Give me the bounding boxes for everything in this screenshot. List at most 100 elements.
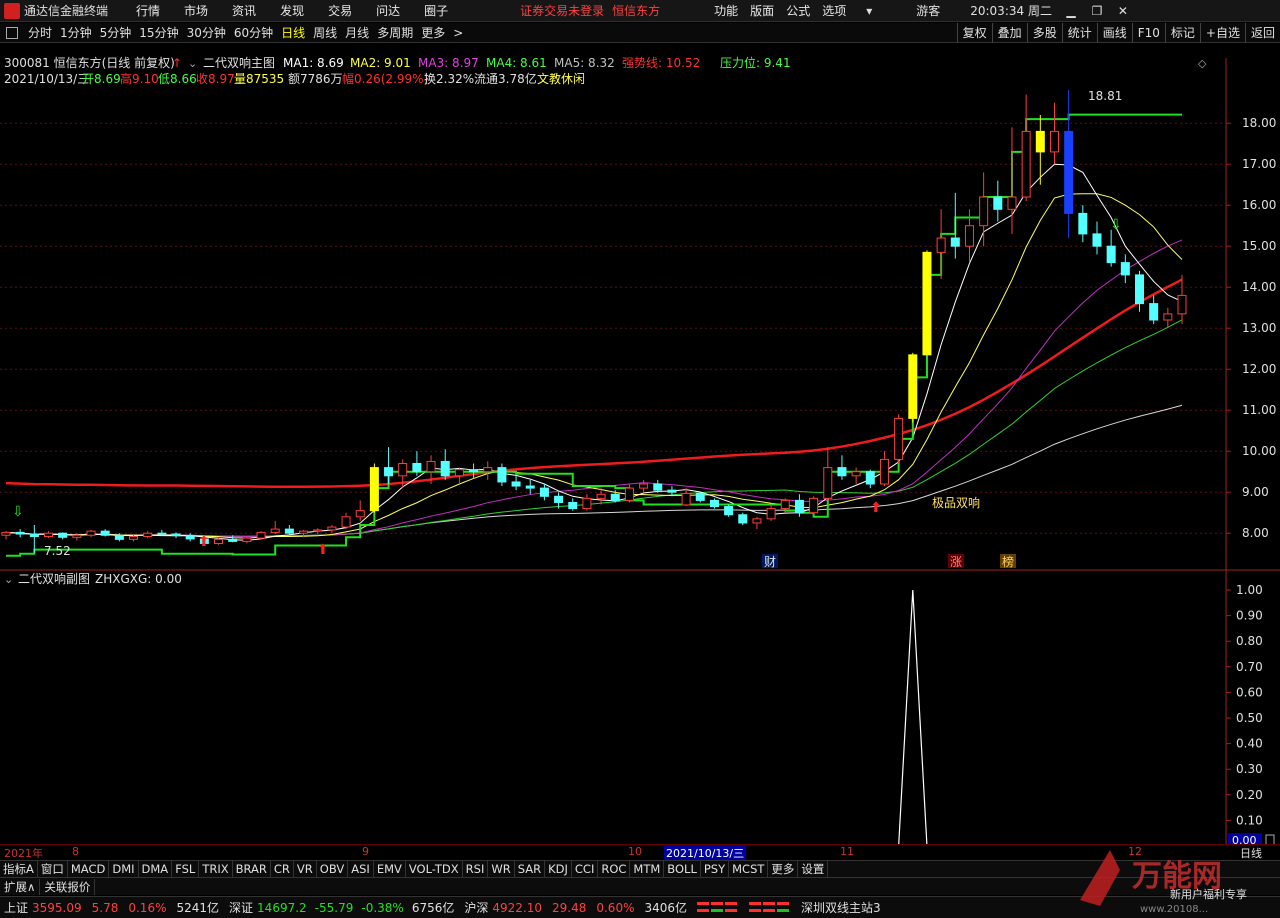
indicator-tab-17[interactable]: KDJ xyxy=(545,860,572,878)
period-5min[interactable]: 5分钟 xyxy=(100,24,132,41)
indicator-tab-20[interactable]: MTM xyxy=(630,860,665,878)
main-indicator-name[interactable]: 二代双响主图 xyxy=(203,55,275,70)
indicator-tab-21[interactable]: BOLL xyxy=(664,860,701,878)
trade-login-notice[interactable]: 证券交易未登录 xyxy=(520,2,604,19)
candle[interactable] xyxy=(738,512,748,525)
candle[interactable] xyxy=(922,250,932,356)
indicator-tab-13[interactable]: VOL-TDX xyxy=(406,860,463,878)
candle[interactable] xyxy=(171,532,181,539)
period-60min[interactable]: 60分钟 xyxy=(234,24,273,41)
candle[interactable] xyxy=(469,463,479,478)
tool-back[interactable]: 返回 xyxy=(1244,23,1280,43)
candle[interactable] xyxy=(384,447,394,484)
indicator-tab-7[interactable]: BRAR xyxy=(233,860,271,878)
hs-index-name[interactable]: 沪深 xyxy=(464,899,488,916)
menu-market[interactable]: 市场 xyxy=(184,2,208,19)
candle[interactable] xyxy=(851,467,861,484)
guest-user[interactable]: 游客 xyxy=(916,2,940,19)
candle[interactable] xyxy=(752,516,762,530)
candle[interactable] xyxy=(1,531,11,540)
candle[interactable] xyxy=(837,455,847,480)
menu-options[interactable]: 选项 xyxy=(822,2,846,19)
candle[interactable] xyxy=(539,484,549,501)
tool-f10[interactable]: F10 xyxy=(1131,23,1165,43)
indicator-tab-14[interactable]: RSI xyxy=(463,860,489,878)
sub-indicator-dropdown-icon[interactable]: ⌄ xyxy=(4,573,13,586)
window-toggle-icon[interactable] xyxy=(6,26,18,39)
candle[interactable] xyxy=(327,525,337,534)
sz-index-name[interactable]: 深证 xyxy=(229,899,253,916)
candle[interactable] xyxy=(1134,270,1144,312)
menu-quotes[interactable]: 行情 xyxy=(136,2,160,19)
candle[interactable] xyxy=(143,531,153,539)
indicator-tab-2[interactable]: MACD xyxy=(68,860,110,878)
tool-overlay[interactable]: 叠加 xyxy=(991,23,1027,43)
candle[interactable] xyxy=(15,529,25,538)
sh-index-name[interactable]: 上证 xyxy=(4,899,28,916)
candle[interactable] xyxy=(879,451,889,487)
candle[interactable] xyxy=(525,479,535,495)
candle[interactable] xyxy=(1021,94,1031,202)
period-1min[interactable]: 1分钟 xyxy=(60,24,92,41)
candle[interactable] xyxy=(950,192,960,259)
server-name[interactable]: 深圳双线主站3 xyxy=(801,899,881,916)
period-day[interactable]: 日线 xyxy=(281,24,305,41)
menu-ask[interactable]: 问达 xyxy=(376,2,400,19)
candle[interactable] xyxy=(809,496,819,515)
expand-button[interactable]: 扩展∧ xyxy=(0,878,41,895)
menu-layout[interactable]: 版面 xyxy=(750,2,774,19)
event-tag-zhang[interactable]: 涨 xyxy=(950,554,962,569)
candle[interactable] xyxy=(100,529,110,537)
candle[interactable] xyxy=(1078,205,1088,243)
candles[interactable] xyxy=(1,89,1187,553)
candle[interactable] xyxy=(681,488,691,507)
close-icon[interactable]: ✕ xyxy=(1116,4,1130,18)
candle[interactable] xyxy=(58,532,68,540)
candle[interactable] xyxy=(1049,102,1059,165)
collapse-icon[interactable]: ◇ xyxy=(1198,57,1207,70)
indicator-tab-6[interactable]: TRIX xyxy=(199,860,233,878)
indicator-tab-12[interactable]: EMV xyxy=(374,860,406,878)
tool-draw[interactable]: 画线 xyxy=(1096,23,1132,43)
candle[interactable] xyxy=(582,494,592,511)
candle[interactable] xyxy=(908,352,918,423)
candle[interactable] xyxy=(1064,89,1074,238)
restore-icon[interactable]: ❐ xyxy=(1090,4,1104,18)
candle[interactable] xyxy=(341,512,351,530)
period-tick[interactable]: 分时 xyxy=(28,24,52,41)
indicator-tab-24[interactable]: 更多 xyxy=(768,860,799,878)
candle[interactable] xyxy=(355,500,365,521)
period-month[interactable]: 月线 xyxy=(345,24,369,41)
candle[interactable] xyxy=(993,180,1003,222)
period-multi[interactable]: 多周期 xyxy=(377,24,413,41)
indicator-tab-19[interactable]: ROC xyxy=(598,860,631,878)
candle[interactable] xyxy=(86,529,96,538)
indicator-tab-3[interactable]: DMI xyxy=(109,860,139,878)
candle[interactable] xyxy=(1106,229,1116,267)
candle[interactable] xyxy=(865,469,875,489)
candle[interactable] xyxy=(709,498,719,509)
menu-discover[interactable]: 发现 xyxy=(280,2,304,19)
candle[interactable] xyxy=(1092,221,1102,255)
candle[interactable] xyxy=(894,414,904,464)
indicator-tab-5[interactable]: FSL xyxy=(172,860,200,878)
candle[interactable] xyxy=(936,209,946,279)
candle[interactable] xyxy=(695,492,705,503)
candle[interactable] xyxy=(1120,254,1130,284)
kline-chart[interactable]: 300081 恒信东方(日线 前复权) ↑ ⌄ 二代双响主图 MA1: 8.69… xyxy=(0,44,1280,864)
candle[interactable] xyxy=(511,475,521,491)
menu-function[interactable]: 功能 xyxy=(714,2,738,19)
minimize-icon[interactable]: ▁ xyxy=(1064,4,1078,18)
indicator-tab-23[interactable]: MCST xyxy=(729,860,769,878)
period-15min[interactable]: 15分钟 xyxy=(139,24,178,41)
candle[interactable] xyxy=(724,504,734,517)
chevron-right-icon[interactable]: > xyxy=(453,26,463,40)
menu-formula[interactable]: 公式 xyxy=(786,2,810,19)
candle[interactable] xyxy=(1163,307,1173,329)
candle[interactable] xyxy=(44,531,54,539)
indicator-tab-10[interactable]: OBV xyxy=(317,860,349,878)
menu-news[interactable]: 资讯 xyxy=(232,2,256,19)
candle[interactable] xyxy=(979,172,989,247)
indicator-tab-4[interactable]: DMA xyxy=(139,860,173,878)
period-week[interactable]: 周线 xyxy=(313,24,337,41)
